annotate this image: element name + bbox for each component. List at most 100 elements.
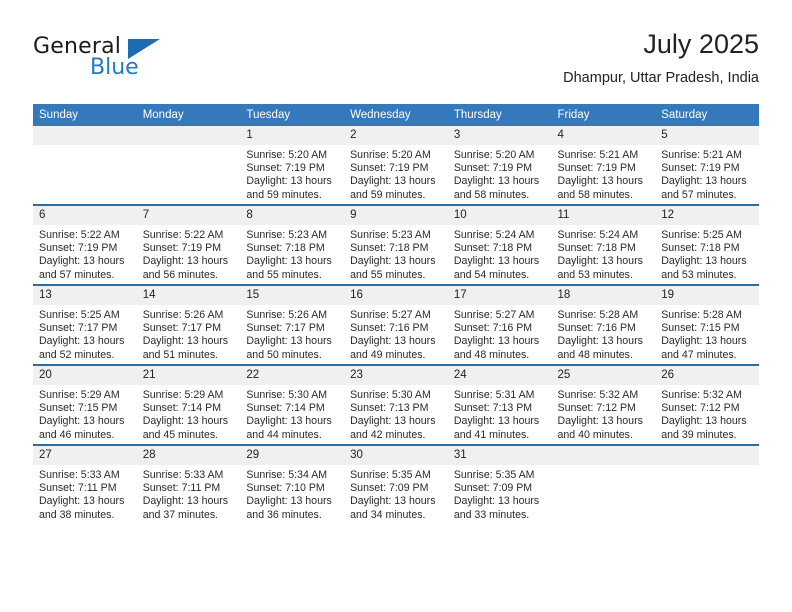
sunset-text: Sunset: 7:19 PM [39,242,118,255]
calendar-day-cell[interactable]: 9 Sunrise: 5:23 AM Sunset: 7:18 PM Daylight… [344,204,448,285]
day-details: Sunrise: 5:21 AM Sunset: 7:19 PM Daylight:… [655,145,759,202]
brand-name-blue: Blue [90,55,139,80]
brand-logo[interactable]: General Blue [33,34,263,92]
daylight-text: Daylight: 13 hours and 33 minutes. [453,495,540,521]
calendar-day-cell[interactable]: 2 Sunrise: 5:20 AM Sunset: 7:19 PM Daylight… [344,126,448,205]
daylight-text: Daylight: 13 hours and 50 minutes. [246,335,332,361]
sunset-text: Sunset: 7:16 PM [350,322,429,335]
daylight-text: Daylight: 13 hours and 58 minutes. [557,175,643,201]
calendar-week-row: 20 Sunrise: 5:29 AM Sunset: 7:15 PM Dayligh… [33,364,759,445]
sunset-text: Sunset: 7:16 PM [557,322,636,335]
calendar-day-cell[interactable]: 15 Sunrise: 5:26 AM Sunset: 7:17 PM Dayligh… [240,284,345,365]
daylight-text: Daylight: 13 hours and 53 minutes. [661,255,747,281]
sunrise-text: Sunrise: 5:31 AM [453,389,535,401]
daylight-text: Daylight: 13 hours and 57 minutes. [661,175,747,201]
daylight-text: Daylight: 13 hours and 51 minutes. [142,335,229,361]
day-details: Sunrise: 5:21 AM Sunset: 7:19 PM Daylight:… [552,145,656,202]
page-header: General Blue July 2025 Dhampur, Uttar Pr… [33,28,759,100]
page-title: July 2025 [643,29,759,59]
calendar-day-cell[interactable]: 26 Sunrise: 5:32 AM Sunset: 7:12 PM Dayligh… [655,364,759,445]
day-number: 6 [33,206,137,225]
sunrise-text: Sunrise: 5:24 AM [453,229,535,241]
daylight-text: Daylight: 13 hours and 48 minutes. [453,335,540,361]
day-details: Sunrise: 5:30 AM Sunset: 7:13 PM Daylight:… [344,385,448,442]
calendar-day-cell[interactable]: 27 Sunrise: 5:33 AM Sunset: 7:11 PM Dayligh… [33,444,137,524]
calendar-day-cell[interactable]: 5 Sunrise: 5:21 AM Sunset: 7:19 PM Daylight… [655,126,759,205]
sunset-text: Sunset: 7:19 PM [661,162,740,175]
weekday-header-saturday: Saturday [655,104,759,126]
day-number: 10 [447,206,552,225]
daylight-text: Daylight: 13 hours and 59 minutes. [246,175,332,201]
calendar-day-cell[interactable]: 11 Sunrise: 5:24 AM Sunset: 7:18 PM Dayligh… [551,204,656,285]
day-details: Sunrise: 5:27 AM Sunset: 7:16 PM Daylight:… [448,305,552,362]
calendar-day-cell[interactable]: 7 Sunrise: 5:22 AM Sunset: 7:19 PM Daylight… [136,204,241,285]
calendar-day-cell[interactable]: 18 Sunrise: 5:28 AM Sunset: 7:16 PM Dayligh… [551,284,656,365]
day-details: Sunrise: 5:20 AM Sunset: 7:19 PM Daylight:… [344,145,448,202]
sunset-text: Sunset: 7:11 PM [39,482,117,495]
sunrise-text: Sunrise: 5:22 AM [39,229,120,241]
day-details: Sunrise: 5:22 AM Sunset: 7:19 PM Daylight:… [33,225,137,282]
calendar-cell-empty [33,126,137,205]
calendar-day-cell[interactable]: 30 Sunrise: 5:35 AM Sunset: 7:09 PM Dayligh… [344,444,448,524]
weekday-header-tuesday: Tuesday [240,104,345,126]
calendar-day-cell[interactable]: 14 Sunrise: 5:26 AM Sunset: 7:17 PM Dayligh… [136,284,241,365]
day-number: 21 [136,366,241,385]
sunrise-text: Sunrise: 5:29 AM [39,389,120,401]
calendar-day-cell[interactable]: 29 Sunrise: 5:34 AM Sunset: 7:10 PM Dayligh… [240,444,345,524]
calendar-day-cell[interactable]: 4 Sunrise: 5:21 AM Sunset: 7:19 PM Daylight… [551,126,656,205]
daylight-text: Daylight: 13 hours and 59 minutes. [350,175,436,201]
sunset-text: Sunset: 7:19 PM [246,162,325,175]
calendar-day-cell[interactable]: 17 Sunrise: 5:27 AM Sunset: 7:16 PM Dayligh… [447,284,552,365]
calendar-day-cell[interactable]: 12 Sunrise: 5:25 AM Sunset: 7:18 PM Dayligh… [655,204,759,285]
sunset-text: Sunset: 7:19 PM [557,162,636,175]
daylight-text: Daylight: 13 hours and 55 minutes. [350,255,436,281]
daylight-text: Daylight: 13 hours and 46 minutes. [39,415,125,441]
sunset-text: Sunset: 7:19 PM [453,162,533,175]
day-details: Sunrise: 5:20 AM Sunset: 7:19 PM Daylight:… [448,145,552,202]
sunrise-text: Sunrise: 5:23 AM [350,229,431,241]
weekday-header-thursday: Thursday [447,104,552,126]
sunrise-text: Sunrise: 5:25 AM [39,309,120,321]
sunrise-text: Sunrise: 5:28 AM [661,309,742,321]
calendar-day-cell[interactable]: 8 Sunrise: 5:23 AM Sunset: 7:18 PM Daylight… [240,204,345,285]
calendar-week-row: 6 Sunrise: 5:22 AM Sunset: 7:19 PM Daylight… [33,204,759,285]
sunrise-text: Sunrise: 5:33 AM [142,469,224,481]
day-number: 28 [136,446,241,465]
day-number: 5 [655,126,759,145]
calendar-day-cell[interactable]: 3 Sunrise: 5:20 AM Sunset: 7:19 PM Daylight… [447,126,552,205]
calendar-day-cell[interactable]: 16 Sunrise: 5:27 AM Sunset: 7:16 PM Dayligh… [344,284,448,365]
daylight-text: Daylight: 13 hours and 36 minutes. [246,495,332,521]
daylight-text: Daylight: 13 hours and 38 minutes. [39,495,125,521]
calendar-day-cell[interactable]: 10 Sunrise: 5:24 AM Sunset: 7:18 PM Dayligh… [447,204,552,285]
calendar-week-row: 1 Sunrise: 5:20 AM Sunset: 7:19 PM Daylight… [33,126,759,205]
day-number: 4 [551,126,656,145]
day-details: Sunrise: 5:27 AM Sunset: 7:16 PM Daylight:… [344,305,448,362]
sunset-text: Sunset: 7:18 PM [453,242,533,255]
calendar-day-cell[interactable]: 24 Sunrise: 5:31 AM Sunset: 7:13 PM Dayligh… [447,364,552,445]
day-details: Sunrise: 5:35 AM Sunset: 7:09 PM Daylight:… [344,465,448,522]
day-details: Sunrise: 5:24 AM Sunset: 7:18 PM Daylight:… [552,225,656,282]
day-details: Sunrise: 5:22 AM Sunset: 7:19 PM Daylight:… [137,225,241,282]
day-details: Sunrise: 5:26 AM Sunset: 7:17 PM Daylight:… [137,305,241,362]
calendar-day-cell[interactable]: 28 Sunrise: 5:33 AM Sunset: 7:11 PM Dayligh… [136,444,241,524]
sunrise-text: Sunrise: 5:20 AM [350,149,431,161]
daylight-text: Daylight: 13 hours and 58 minutes. [453,175,540,201]
weekday-header-monday: Monday [136,104,241,126]
calendar-header-row: Sunday Monday Tuesday Wednesday Thursday… [33,104,759,126]
calendar-day-cell[interactable]: 1 Sunrise: 5:20 AM Sunset: 7:19 PM Daylight… [240,126,345,205]
daylight-text: Daylight: 13 hours and 53 minutes. [557,255,643,281]
calendar-day-cell[interactable]: 23 Sunrise: 5:30 AM Sunset: 7:13 PM Dayligh… [344,364,448,445]
calendar-day-cell[interactable]: 22 Sunrise: 5:30 AM Sunset: 7:14 PM Dayligh… [240,364,345,445]
calendar-day-cell[interactable]: 21 Sunrise: 5:29 AM Sunset: 7:14 PM Dayligh… [136,364,241,445]
calendar-day-cell[interactable]: 13 Sunrise: 5:25 AM Sunset: 7:17 PM Dayligh… [33,284,137,365]
sunset-text: Sunset: 7:12 PM [661,402,740,415]
day-number: 15 [240,286,345,305]
calendar-day-cell[interactable]: 6 Sunrise: 5:22 AM Sunset: 7:19 PM Daylight… [33,204,137,285]
calendar-day-cell[interactable]: 25 Sunrise: 5:32 AM Sunset: 7:12 PM Dayligh… [551,364,656,445]
calendar-day-cell[interactable]: 20 Sunrise: 5:29 AM Sunset: 7:15 PM Dayligh… [33,364,137,445]
day-number: 13 [33,286,137,305]
day-details: Sunrise: 5:31 AM Sunset: 7:13 PM Daylight:… [448,385,552,442]
calendar-day-cell[interactable]: 19 Sunrise: 5:28 AM Sunset: 7:15 PM Dayligh… [655,284,759,365]
page-subtitle: Dhampur, Uttar Pradesh, India [563,70,759,86]
calendar-day-cell[interactable]: 31 Sunrise: 5:35 AM Sunset: 7:09 PM Dayligh… [447,444,552,524]
